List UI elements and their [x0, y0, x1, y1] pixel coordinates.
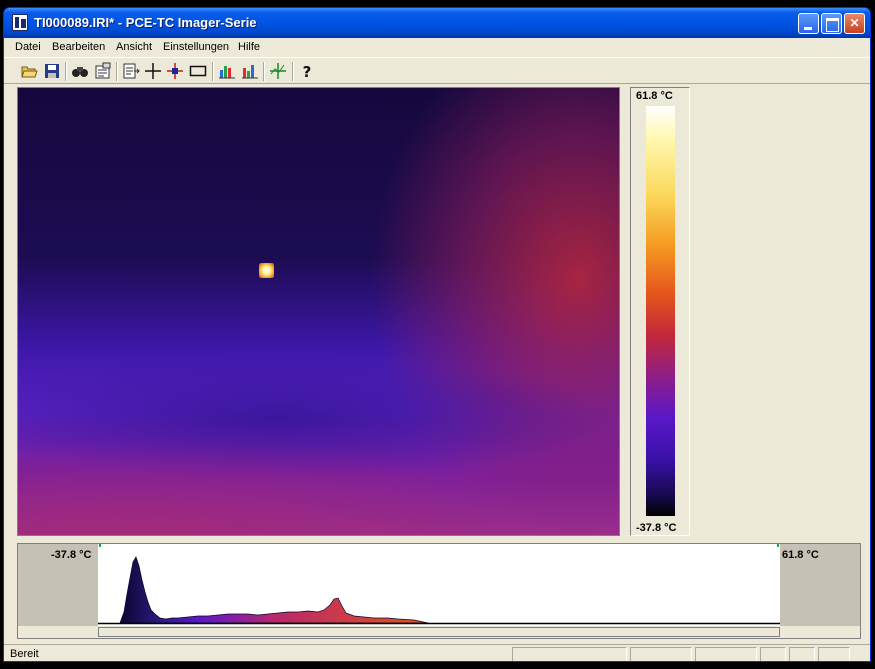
menu-ansicht[interactable]: Ansicht: [116, 41, 152, 53]
color-scale: 61.8 °C -37.8 °C: [630, 87, 690, 536]
toolbar-separator: [292, 62, 294, 81]
heat-region-bottom: [18, 88, 619, 535]
properties-icon[interactable]: [94, 62, 112, 80]
maximize-button[interactable]: [821, 13, 842, 34]
title-bar[interactable]: TI000089.IRI* - PCE-TC Imager-Serie ✕: [4, 8, 870, 38]
toolbar-separator: [116, 62, 118, 81]
scale-min-label: -37.8 °C: [636, 522, 677, 534]
close-button[interactable]: ✕: [844, 13, 865, 34]
open-folder-icon[interactable]: [20, 62, 38, 80]
histogram-right-marker: [777, 544, 779, 547]
crosshair-icon[interactable]: [144, 62, 162, 80]
hotspot-marker: [259, 263, 274, 278]
bar-chart-icon[interactable]: [241, 62, 259, 80]
status-pane: [512, 647, 627, 661]
spot-marker-icon[interactable]: [166, 62, 184, 80]
status-pane: [695, 647, 757, 661]
status-pane: [760, 647, 786, 661]
histogram-plot[interactable]: [98, 544, 780, 626]
toolbar-separator: [263, 62, 265, 81]
binoculars-icon[interactable]: [71, 62, 89, 80]
svg-text:?: ?: [303, 63, 312, 80]
rectangle-icon[interactable]: [189, 62, 207, 80]
window-title: TI000089.IRI* - PCE-TC Imager-Serie: [34, 15, 257, 30]
histogram-fill: [119, 556, 429, 624]
menu-datei[interactable]: Datei: [15, 41, 41, 53]
toolbar-separator: [212, 62, 214, 81]
menu-bar: Datei Bearbeiten Ansicht Einstellungen H…: [4, 38, 870, 57]
histogram-curve: [98, 544, 780, 625]
help-icon[interactable]: ?: [298, 62, 316, 80]
status-pane: [789, 647, 815, 661]
app-icon: [12, 14, 28, 31]
color-scale-bar: [646, 106, 675, 516]
menu-einstellungen[interactable]: Einstellungen: [163, 41, 229, 53]
histogram-max-label: 61.8 °C: [782, 549, 819, 561]
menu-hilfe[interactable]: Hilfe: [238, 41, 260, 53]
menu-bearbeiten[interactable]: Bearbeiten: [52, 41, 105, 53]
profile-icon[interactable]: [269, 62, 287, 80]
status-pane: [818, 647, 850, 661]
histogram-range-track[interactable]: [98, 627, 780, 637]
export-icon[interactable]: [122, 62, 140, 80]
histogram-icon[interactable]: [218, 62, 236, 80]
toolbar: ?: [4, 57, 870, 84]
histogram-left-marker: [99, 544, 101, 547]
toolbar-separator: [65, 62, 67, 81]
thermal-image[interactable]: [17, 87, 620, 536]
app-window: TI000089.IRI* - PCE-TC Imager-Serie ✕ Da…: [3, 7, 871, 662]
save-icon[interactable]: [43, 62, 61, 80]
status-text: Bereit: [10, 648, 39, 660]
histogram-panel: -37.8 °C 61.8 °C: [17, 543, 861, 639]
status-pane: [630, 647, 692, 661]
status-bar: Bereit: [4, 644, 870, 661]
minimize-button[interactable]: [798, 13, 819, 34]
scale-max-label: 61.8 °C: [636, 90, 673, 102]
histogram-min-label: -37.8 °C: [51, 549, 92, 561]
